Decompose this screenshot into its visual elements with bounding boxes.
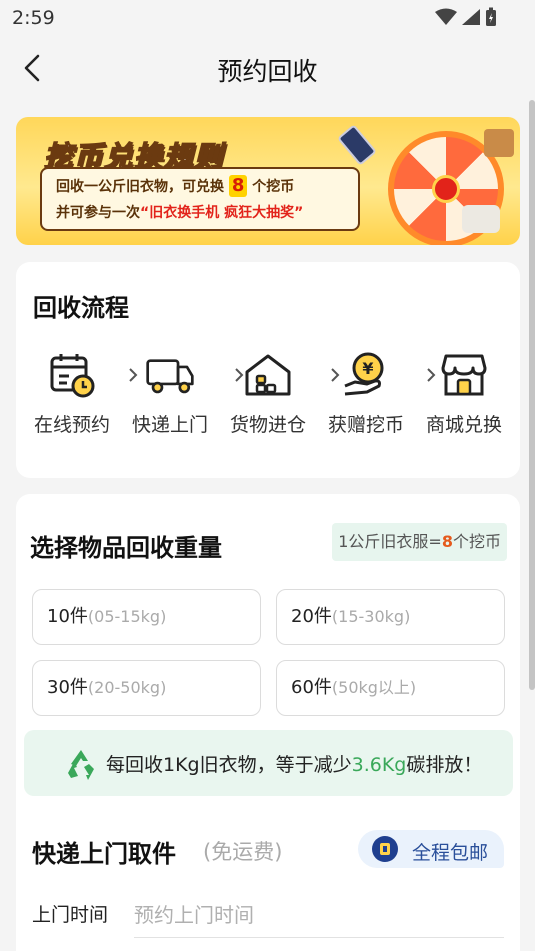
weight-option-60[interactable]: 60件(50kg以上) [276,660,505,716]
eco-prefix: 每回收1Kg旧衣物，等于减少 [106,754,352,776]
weight-title: 选择物品回收重量 [30,534,222,562]
shipping-icon [372,836,398,862]
option-count: 30件 [47,677,88,698]
process-card: 回收流程 在线预约 快递上门 货物进仓 ¥ 获赠挖币 商城兑换 [16,262,520,478]
step-get-coins: ¥ 获赠挖币 [324,350,408,437]
option-range: (50kg以上) [331,678,417,697]
wheel-center-icon [432,175,460,203]
eco-value: 3.6Kg [351,754,407,776]
step-courier-pickup: 快递上门 [128,350,212,437]
step-online-booking: 在线预约 [30,350,114,437]
status-time: 2:59 [12,7,55,29]
recycle-icon [68,750,94,780]
banner-line-2: 并可参与一次“旧衣换手机 疯狂大抽奖” [56,200,344,226]
calendar-clock-icon [50,354,95,398]
warehouse-icon [245,354,291,396]
option-range: (20-50kg) [87,678,167,697]
rate-suffix: 个挖币 [452,532,501,551]
signal-icon [462,9,480,25]
wifi-icon [435,8,457,25]
step-warehouse: 货物进仓 [226,350,310,437]
scrollbar[interactable] [529,100,535,690]
weight-option-10[interactable]: 10件(05-15kg) [32,589,261,645]
rules-banner[interactable]: 挖币兑换规则 回收一公斤旧衣物，可兑换 8 个挖币 并可参与一次“旧衣换手机 疯… [16,117,520,245]
delivery-truck-icon [146,359,194,394]
step-label: 商城兑换 [425,414,502,436]
battery-icon [486,7,496,26]
phone-illustration-icon [337,124,377,166]
status-icons [435,7,497,27]
banner-coin-number: 8 [228,175,248,197]
option-range: (05-15kg) [87,607,167,626]
eco-suffix: 碳排放！ [406,754,483,776]
banner-lottery-text: “旧衣换手机 疯狂大抽奖” [140,205,304,221]
banner-line-1: 回收一公斤旧衣物，可兑换 8 个挖币 [56,174,344,200]
app-header: 预约回收 [0,36,535,100]
weight-option-20[interactable]: 20件(15-30kg) [276,589,505,645]
option-count: 60件 [291,677,332,698]
weight-card: 选择物品回收重量 1公斤旧衣服=8个挖币 10件(05-15kg) 20件(15… [16,494,520,951]
option-count: 20件 [291,606,332,627]
status-bar: 2:59 [0,0,535,36]
weight-option-30[interactable]: 30件(20-50kg) [32,660,261,716]
process-title: 回收流程 [33,294,129,322]
pickup-title: 快递上门取件 [32,840,176,868]
rate-prefix: 1公斤旧衣服= [338,532,442,551]
option-range: (15-30kg) [331,607,411,626]
step-label: 在线预约 [33,414,110,436]
banner-line1-prefix: 回收一公斤旧衣物，可兑换 [56,179,224,195]
eco-text: 每回收1Kg旧衣物，等于减少3.6Kg碳排放！ [106,750,482,777]
pickup-time-input[interactable] [134,892,504,938]
banner-rules-box: 回收一公斤旧衣物，可兑换 8 个挖币 并可参与一次“旧衣换手机 疯狂大抽奖” [40,167,360,231]
banner-line2-prefix: 并可参与一次 [56,205,140,221]
coin-hand-icon: ¥ [344,352,384,396]
step-label: 快递上门 [131,414,208,436]
free-shipping-note: (免运费) [203,840,283,864]
rate-badge: 1公斤旧衣服=8个挖币 [332,523,507,561]
option-count: 10件 [47,606,88,627]
pickup-time-label: 上门时间 [32,904,109,926]
step-label: 货物进仓 [229,414,306,436]
eco-info-bar: 每回收1Kg旧衣物，等于减少3.6Kg碳排放！ [24,730,513,796]
clothes-icon [462,205,500,233]
store-icon [441,354,487,396]
step-label: 获赠挖币 [327,414,404,436]
shopping-bag-icon [484,129,514,157]
step-mall-exchange: 商城兑换 [422,350,506,437]
free-shipping-label: 全程包邮 [412,842,489,864]
rate-number: 8 [441,532,453,551]
process-steps: 在线预约 快递上门 货物进仓 ¥ 获赠挖币 商城兑换 [30,350,510,440]
svg-text:¥: ¥ [362,359,373,378]
free-shipping-badge[interactable]: 全程包邮 [358,830,504,868]
page-title: 预约回收 [217,57,318,86]
banner-line1-suffix: 个挖币 [252,179,295,195]
